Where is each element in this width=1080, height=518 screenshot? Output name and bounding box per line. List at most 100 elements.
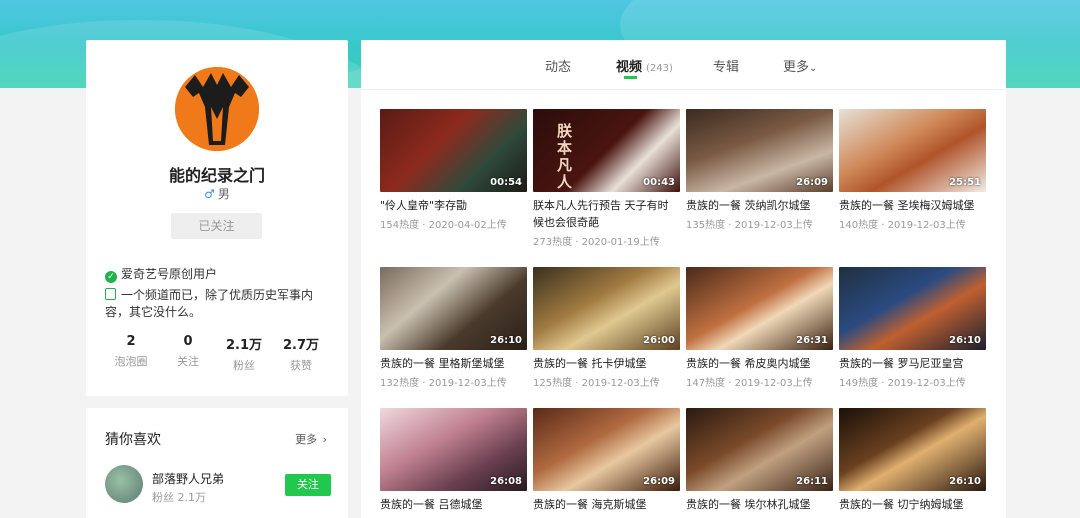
video-thumbnail[interactable]: 26:10 (839, 267, 986, 350)
video-duration: 26:10 (490, 335, 522, 346)
tab-more[interactable]: 更多⌄ (783, 56, 817, 75)
video-meta: 135热度 · 2019-12-03上传 (686, 220, 813, 231)
intro-line-2: 容，其它没什么。 (105, 303, 201, 321)
video-duration: 00:43 (643, 177, 675, 188)
video-duration: 26:31 (796, 335, 828, 346)
main-content: 动态 视频 (243) 专辑 更多⌄ 00:54 "伶人皇帝"李存勖 154热度 · … (361, 40, 1006, 518)
video-title-line: "伶人皇帝"李存勖 (380, 199, 468, 212)
video-duration: 26:10 (949, 476, 981, 487)
stat-value: 2 (126, 334, 136, 349)
video-card[interactable]: 26:31 贵族的一餐 希皮奥内城堡 147热度 · 2019-12-03上传 (686, 267, 833, 389)
video-card[interactable]: 26:10 贵族的一餐 里格斯堡城堡 132热度 · 2019-12-03上传 (380, 267, 527, 389)
video-title-line: 贵族的一餐 罗马尼亚皇宫 (839, 357, 964, 370)
video-title[interactable]: 贵族的一餐 埃尔林孔城堡 (686, 496, 833, 513)
video-title[interactable]: 贵族的一餐 托卡伊城堡 (533, 355, 680, 372)
video-title-line: 贵族的一餐 海克斯城堡 (533, 498, 647, 511)
video-title-line: 候也会很奇葩 (533, 216, 599, 229)
recommend-more-link[interactable]: 更多 › (295, 431, 327, 447)
avatar[interactable] (175, 67, 259, 151)
video-title[interactable]: 贵族的一餐 海克斯城堡 (533, 496, 680, 513)
recommended-user-name[interactable]: 部落野人兄弟 (152, 470, 224, 487)
video-thumbnail[interactable]: 朕本凡人 00:43 (533, 109, 680, 192)
tab-album[interactable]: 专辑 (713, 56, 739, 75)
chevron-down-icon: ⌄ (809, 63, 818, 74)
stat-bubble[interactable]: 2 泡泡圈 (101, 334, 161, 369)
stat-likes: 2.7万 获赞 (271, 334, 331, 373)
video-title-line: 贵族的一餐 里格斯堡城堡 (380, 357, 505, 370)
intro-text-2: 容，其它没什么。 (105, 305, 202, 319)
stat-fans[interactable]: 2.1万 粉丝 (214, 334, 274, 373)
recommended-user-avatar[interactable] (105, 465, 143, 503)
video-card[interactable]: 00:54 "伶人皇帝"李存勖 154热度 · 2020-04-02上传 (380, 109, 527, 231)
video-thumbnail[interactable]: 26:00 (533, 267, 680, 350)
video-thumbnail[interactable]: 26:31 (686, 267, 833, 350)
video-duration: 26:09 (643, 476, 675, 487)
video-meta: 273热度 · 2020-01-19上传 (533, 237, 660, 248)
video-duration: 26:08 (490, 476, 522, 487)
verified-icon: ✓ (105, 271, 117, 283)
tab-more-label: 更多 (783, 60, 810, 75)
video-title-line: 贵族的一餐 埃尔林孔城堡 (686, 498, 811, 511)
intro-text-1: 一个频道而已，除了优质历史军事内 (121, 288, 314, 302)
video-title[interactable]: 贵族的一餐 罗马尼亚皇宫 (839, 355, 986, 372)
active-tab-indicator (624, 76, 637, 79)
video-title-line: 贵族的一餐 茨纳凯尔城堡 (686, 199, 811, 212)
video-card[interactable]: 26:09 贵族的一餐 海克斯城堡 (533, 408, 680, 513)
gender: ♂ 男 (86, 185, 348, 202)
video-title-line: 贵族的一餐 希皮奥内城堡 (686, 357, 811, 370)
video-title[interactable]: 贵族的一餐 吕德城堡 (380, 496, 527, 513)
video-duration: 00:54 (490, 177, 522, 188)
stat-label: 粉丝 (233, 359, 255, 372)
video-title-line: 贵族的一餐 切宁纳姆城堡 (839, 498, 964, 511)
video-thumbnail[interactable]: 26:08 (380, 408, 527, 491)
video-title[interactable]: "伶人皇帝"李存勖 (380, 197, 527, 214)
tab-bar: 动态 视频 (243) 专辑 更多⌄ (361, 40, 1006, 90)
video-thumbnail[interactable]: 26:09 (533, 408, 680, 491)
video-card[interactable]: 朕本凡人 00:43 朕本凡人先行预告 天子有时 候也会很奇葩 273热度 · 2020… (533, 109, 680, 248)
video-title[interactable]: 贵族的一餐 圣埃梅汉姆城堡 (839, 197, 986, 214)
profile-name: 能的纪录之门 (168, 166, 265, 185)
tab-video-label: 视频 (616, 60, 643, 75)
video-meta: 147热度 · 2019-12-03上传 (686, 378, 813, 389)
video-card[interactable]: 26:10 贵族的一餐 罗马尼亚皇宫 149热度 · 2019-12-03上传 (839, 267, 986, 389)
video-duration: 25:51 (949, 177, 981, 188)
video-thumbnail[interactable]: 25:51 (839, 109, 986, 192)
stat-value: 2.7万 (282, 338, 320, 353)
video-title[interactable]: 贵族的一餐 希皮奥内城堡 (686, 355, 833, 372)
video-thumbnail[interactable]: 00:54 (380, 109, 527, 192)
video-card[interactable]: 26:09 贵族的一餐 茨纳凯尔城堡 135热度 · 2019-12-03上传 (686, 109, 833, 231)
stat-label: 获赞 (290, 359, 312, 372)
video-title[interactable]: 贵族的一餐 里格斯堡城堡 (380, 355, 527, 372)
tab-dynamic[interactable]: 动态 (545, 56, 571, 75)
video-card[interactable]: 26:08 贵族的一餐 吕德城堡 (380, 408, 527, 513)
followed-button[interactable]: 已关注 (171, 213, 262, 239)
chevron-right-icon: › (322, 433, 327, 446)
video-card[interactable]: 26:00 贵族的一餐 托卡伊城堡 125热度 · 2019-12-03上传 (533, 267, 680, 389)
recommend-card: 猜你喜欢 更多 › 部落野人兄弟 粉丝 2.1万 关注 (86, 408, 348, 518)
profile-stats: 2 泡泡圈 0 关注 2.1万 粉丝 2.7万 获赞 (86, 334, 348, 374)
video-meta: 132热度 · 2019-12-03上传 (380, 378, 507, 389)
stat-following[interactable]: 0 关注 (158, 334, 218, 369)
video-thumbnail[interactable]: 26:09 (686, 109, 833, 192)
stat-value: 2.1万 (225, 338, 263, 353)
video-title[interactable]: 贵族的一餐 茨纳凯尔城堡 (686, 197, 833, 214)
video-duration: 26:10 (949, 335, 981, 346)
profile-card: 能的纪录之门 ♂ 男 已关注 ✓ 爱奇艺号原创用户 一个频道而已，除了优质历史军事内… (86, 40, 348, 396)
tab-video[interactable]: 视频 (243) (616, 56, 673, 75)
video-count: (243) (646, 63, 673, 74)
video-card[interactable]: 26:10 贵族的一餐 切宁纳姆城堡 (839, 408, 986, 513)
video-title[interactable]: 朕本凡人先行预告 天子有时 候也会很奇葩 (533, 197, 680, 231)
video-thumbnail[interactable]: 26:10 (380, 267, 527, 350)
video-card[interactable]: 25:51 贵族的一餐 圣埃梅汉姆城堡 140热度 · 2019-12-03上传 (839, 109, 986, 231)
video-card[interactable]: 26:11 贵族的一餐 埃尔林孔城堡 (686, 408, 833, 513)
video-meta: 125热度 · 2019-12-03上传 (533, 378, 660, 389)
gender-label: 男 (217, 187, 230, 201)
follow-button[interactable]: 关注 (285, 474, 331, 496)
video-title-line: 朕本凡人先行预告 天子有时 (533, 199, 669, 212)
video-thumbnail[interactable]: 26:10 (839, 408, 986, 491)
recommend-title: 猜你喜欢 (105, 432, 161, 448)
intro-icon (105, 288, 116, 300)
video-title[interactable]: 贵族的一餐 切宁纳姆城堡 (839, 496, 986, 513)
recommended-user-fans: 粉丝 2.1万 (152, 491, 206, 504)
video-thumbnail[interactable]: 26:11 (686, 408, 833, 491)
